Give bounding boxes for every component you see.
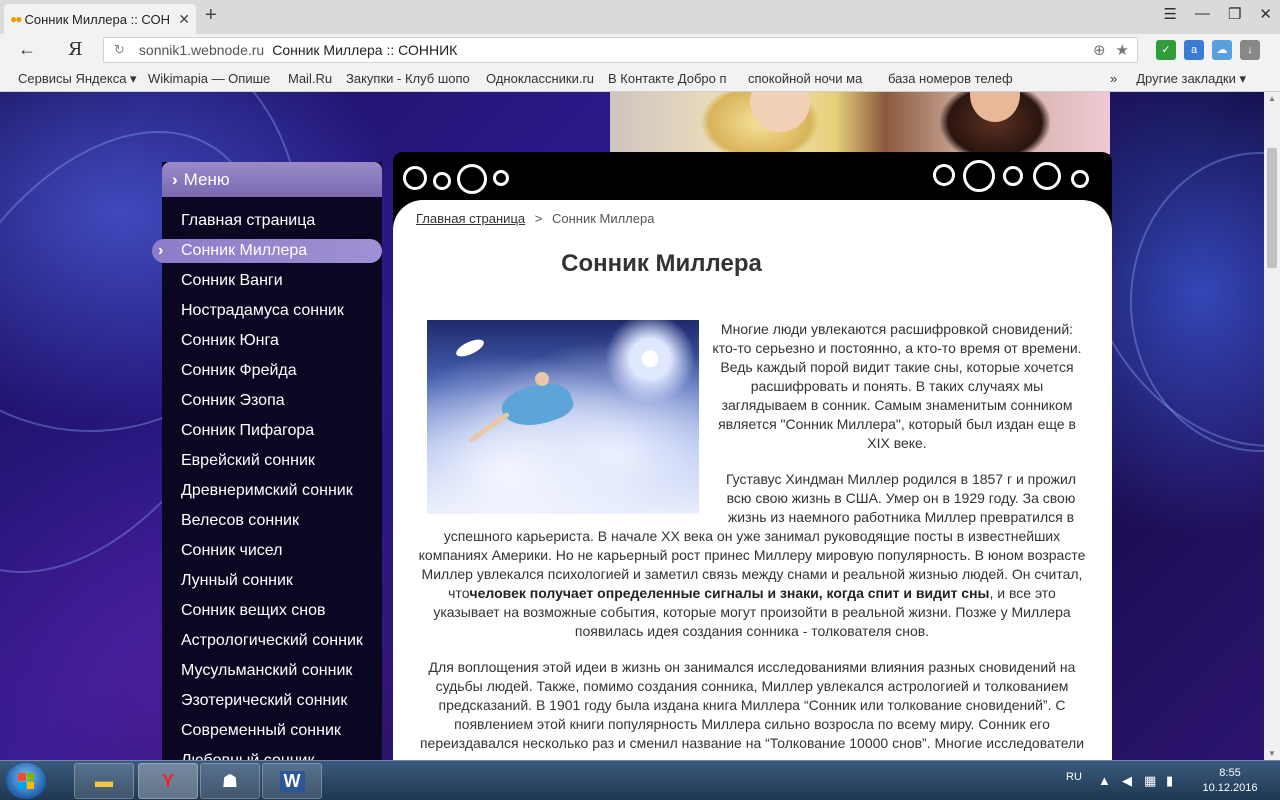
sidebar-item-prophetic[interactable]: Сонник вещих снов [162,599,382,623]
bookmark-item[interactable]: база номеров телеф [888,71,1016,86]
sidebar-item-aesop[interactable]: Сонник Эзопа [162,389,382,413]
breadcrumb-home-link[interactable]: Главная страница [416,211,525,226]
breadcrumb-current: Сонник Миллера [551,211,655,226]
window-controls: ☰ — ❐ ✕ [1164,5,1272,23]
address-bar: ← Я ↻ sonnik1.webnode.ru Сонник Миллера … [0,34,1280,66]
chevron-right-icon: › [172,170,178,189]
bookmarks-bar: Сервисы Яндекса ▾ Wikimapia — Опише Mail… [0,66,1280,92]
sidebar-item-home[interactable]: Главная страница [162,209,382,233]
clock-date: 10.12.2016 [1202,782,1258,794]
yandex-browser-taskbar-button[interactable]: Y [138,763,198,799]
volume-icon[interactable]: ◀ [1122,773,1132,789]
header-banner-image [610,92,1110,154]
extensions: ✓ a ☁ ↓ [1156,40,1260,60]
bookmark-item[interactable]: Mail.Ru [288,71,348,86]
sidebar-item-miller[interactable]: › Сонник Миллера [152,239,382,263]
word-taskbar-button[interactable]: W [262,763,322,799]
sidebar-item-astrological[interactable]: Астрологический сонник [162,629,382,653]
url-page-title: Сонник Миллера :: СОННИК [272,42,458,58]
article-paragraph-2b: успешного карьериста. В начале XX века о… [418,528,1086,639]
sidebar-item-muslim[interactable]: Мусульманский сонник [162,659,382,683]
folder-icon: ▬ [95,770,113,791]
restore-button[interactable]: ❐ [1228,5,1241,23]
close-window-button[interactable]: ✕ [1259,5,1272,23]
url-actions: ⊕ ★ [1093,41,1129,59]
url-field[interactable]: ↻ sonnik1.webnode.ru Сонник Миллера :: С… [103,37,1138,63]
minimize-button[interactable]: — [1195,5,1210,23]
yandex-browser-icon: Y [161,770,174,791]
page-viewport: › Меню Главная страница › Сонник Миллера С… [0,92,1264,760]
sidebar-item-jung[interactable]: Сонник Юнга [162,329,382,353]
menu-header: › Меню [162,162,382,197]
sidebar-item-nostradamus[interactable]: Нострадамуса сонник [162,299,382,323]
yandex-home-button[interactable]: Я [68,39,83,60]
flying-girl-illustration [427,320,699,514]
article-paragraph-2a: Густавус Хиндман Миллер родился в 1857 г… [725,471,1077,525]
bookmark-item[interactable]: спокойной ночи ма [748,71,874,86]
windows-logo-icon [18,773,34,789]
menu-title: Меню [183,170,230,189]
scroll-down-icon[interactable]: ▼ [1268,749,1276,758]
bookmark-item[interactable]: Одноклассники.ru [486,71,598,86]
bookmark-item[interactable]: Закупки - Клуб шопо [346,71,471,86]
site-favicon-icon: ●● [10,12,22,26]
translate-extension-icon[interactable]: a [1184,40,1204,60]
scroll-up-icon[interactable]: ▲ [1268,94,1276,103]
sidebar-item-vanga[interactable]: Сонник Ванги [162,269,382,293]
sidebar-item-lunar[interactable]: Лунный сонник [162,569,382,593]
bookmarks-more-button[interactable]: » [1110,71,1117,86]
breadcrumb: Главная страница > Сонник Миллера [416,211,654,226]
sidebar-item-veles[interactable]: Велесов сонник [162,509,382,533]
bookmark-star-icon[interactable]: ★ [1116,41,1129,59]
article-paragraph-1: Многие люди увлекаются расшифровкой снов… [712,321,1082,451]
translate-icon[interactable]: ⊕ [1093,41,1106,59]
bookmark-item[interactable]: Wikimapia — Опише [148,71,276,86]
back-button[interactable]: ← [18,39,36,60]
page-scrollbar[interactable]: ▲ ▼ [1264,92,1280,760]
page-title: Сонник Миллера [561,250,762,277]
scrollbar-thumb[interactable] [1267,148,1277,268]
breadcrumb-separator: > [534,211,543,226]
sidebar-item-jewish[interactable]: Еврейский сонник [162,449,382,473]
word-icon: W [279,770,305,792]
bookmark-item[interactable]: Сервисы Яндекса ▾ [18,71,138,87]
new-tab-button[interactable]: + [205,4,217,27]
reload-icon[interactable]: ↻ [114,42,125,58]
system-clock[interactable]: 8:55 10.12.2016 [1200,766,1260,796]
power-icon[interactable]: ▮ [1166,773,1173,789]
chevron-right-icon: › [158,242,164,259]
start-button[interactable] [6,763,46,799]
sidebar-item-modern[interactable]: Современный сонник [162,719,382,743]
url-host: sonnik1.webnode.ru [138,42,265,58]
tray-expand-icon[interactable]: ▲ [1098,773,1111,788]
sidebar-item-esoteric[interactable]: Эзотерический сонник [162,689,382,713]
sidebar-item-ancient-roman[interactable]: Древнеримский сонник [162,479,382,503]
sidebar-item-love[interactable]: Любовный сонник [162,749,382,760]
network-icon[interactable]: ▦ [1144,773,1156,789]
tab-title: Сонник Миллера :: СОНН [24,11,171,27]
article-paragraph-3: Для воплощения этой идеи в жизнь он зани… [419,659,1085,751]
close-tab-icon[interactable]: ✕ [178,11,190,28]
clock-time: 8:55 [1219,767,1241,779]
ghost-icon: ☗ [221,770,239,791]
ghost-app-taskbar-button[interactable]: ☗ [200,763,260,799]
bookmark-item[interactable]: В Контакте Добро п [608,71,746,86]
language-indicator[interactable]: RU [1066,771,1082,783]
sidebar-item-numbers[interactable]: Сонник чисел [162,539,382,563]
download-icon[interactable]: ↓ [1240,40,1260,60]
adblock-extension-icon[interactable]: ✓ [1156,40,1176,60]
cloud-extension-icon[interactable]: ☁ [1212,40,1232,60]
sidebar-item-pythagoras[interactable]: Сонник Пифагора [162,419,382,443]
sidebar-item-freud[interactable]: Сонник Фрейда [162,359,382,383]
article-bold-phrase: человек получает определенные сигналы и … [469,585,990,601]
windows-taskbar: ▬ Y ☗ W RU ▲ ◀ ▦ ▮ 8:55 10.12.2016 [0,760,1280,800]
menu-icon[interactable]: ☰ [1164,5,1177,23]
tab-active[interactable]: ●● Сонник Миллера :: СОНН ✕ [4,4,196,34]
explorer-taskbar-button[interactable]: ▬ [74,763,134,799]
other-bookmarks-button[interactable]: Другие закладки ▾ [1136,71,1246,87]
tab-bar: ●● Сонник Миллера :: СОНН ✕ + ☰ — ❐ ✕ [0,0,1280,34]
